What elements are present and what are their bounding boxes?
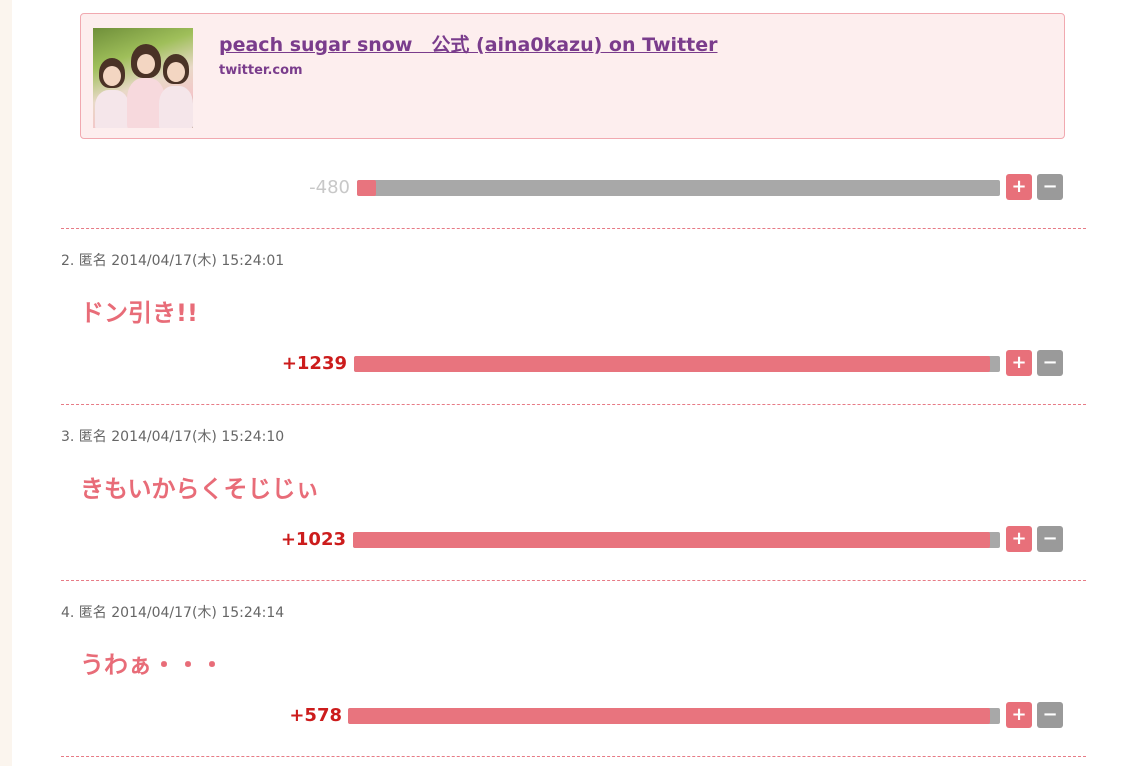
comment-body: うわぁ・・・ [80,651,224,679]
vote-row-3: +1023 + − [12,526,1072,554]
upvote-button[interactable]: + [1006,526,1032,552]
comment-divider [61,756,1086,757]
downvote-button[interactable]: − [1037,526,1063,552]
vote-bar [348,708,1000,724]
comment-divider [61,228,1086,229]
comment-body: きもいからくそじじぃ [80,475,320,503]
comment-divider [61,580,1086,581]
comments-page: peach sugar snow 公式 (aina0kazu) on Twitt… [12,0,1134,766]
vote-row-1: -480 + − [12,174,1072,202]
downvote-button[interactable]: − [1037,174,1063,200]
upvote-button[interactable]: + [1006,174,1032,200]
link-thumbnail-photo[interactable] [93,28,193,128]
vote-score: +578 [289,705,342,726]
vote-score: +1023 [280,529,346,550]
link-preview-card[interactable]: peach sugar snow 公式 (aina0kazu) on Twitt… [80,13,1065,139]
link-domain: twitter.com [219,63,303,78]
vote-bar-positive-fill [348,708,991,724]
vote-row-2: +1239 + − [12,350,1072,378]
vote-score: -480 [309,177,350,198]
vote-bar-positive-fill [354,356,991,372]
upvote-button[interactable]: + [1006,702,1032,728]
vote-bar [354,356,1000,372]
downvote-button[interactable]: − [1037,702,1063,728]
vote-row-4: +578 + − [12,702,1072,730]
vote-bar-positive-fill [357,180,377,196]
comment-divider [61,404,1086,405]
vote-bar [353,532,1000,548]
vote-score: +1239 [281,353,347,374]
downvote-button[interactable]: − [1037,350,1063,376]
comment-body: ドン引き!! [80,299,198,327]
upvote-button[interactable]: + [1006,350,1032,376]
vote-bar [357,180,1000,196]
comment-meta: 3. 匿名 2014/04/17(木) 15:24:10 [61,429,285,445]
vote-bar-positive-fill [353,532,991,548]
comment-meta: 4. 匿名 2014/04/17(木) 15:24:14 [61,605,285,621]
comment-meta: 2. 匿名 2014/04/17(木) 15:24:01 [61,253,285,269]
link-title[interactable]: peach sugar snow 公式 (aina0kazu) on Twitt… [219,30,718,57]
